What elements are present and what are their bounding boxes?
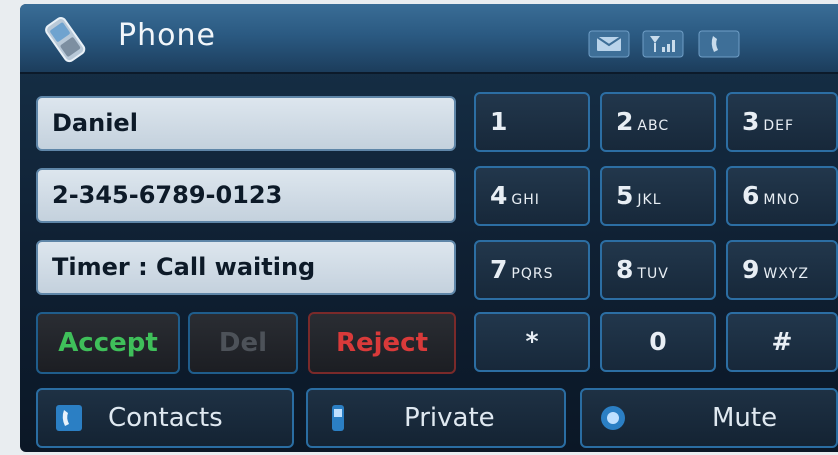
delete-button[interactable]: Del bbox=[188, 312, 298, 374]
key-hash[interactable]: # bbox=[726, 312, 838, 372]
private-label: Private bbox=[404, 403, 495, 433]
key-4[interactable]: 4 GHI bbox=[474, 166, 590, 226]
contacts-label: Contacts bbox=[108, 403, 223, 433]
mute-button[interactable]: Mute bbox=[580, 388, 838, 448]
signal-strength-icon bbox=[642, 30, 684, 58]
caller-name-field: Daniel bbox=[36, 96, 456, 151]
key-2[interactable]: 2 ABC bbox=[600, 92, 716, 152]
key-star[interactable]: * bbox=[474, 312, 590, 372]
reject-button[interactable]: Reject bbox=[308, 312, 456, 374]
phone-handset-icon bbox=[45, 17, 86, 63]
private-handset-icon bbox=[332, 405, 344, 431]
private-button[interactable]: Private bbox=[306, 388, 566, 448]
contacts-button[interactable]: Contacts bbox=[36, 388, 294, 448]
key-3[interactable]: 3 DEF bbox=[726, 92, 838, 152]
key-8[interactable]: 8 TUV bbox=[600, 240, 716, 300]
key-0[interactable]: 0 bbox=[600, 312, 716, 372]
accept-button[interactable]: Accept bbox=[36, 312, 180, 374]
phone-screen: Phone Daniel 2-345-6789-0123 Timer : Cal… bbox=[20, 4, 838, 452]
message-icon bbox=[588, 30, 630, 58]
call-status-field: Timer : Call waiting bbox=[36, 240, 456, 295]
call-icon bbox=[698, 30, 740, 58]
key-5[interactable]: 5 JKL bbox=[600, 166, 716, 226]
key-9[interactable]: 9 WXYZ bbox=[726, 240, 838, 300]
key-7[interactable]: 7 PQRS bbox=[474, 240, 590, 300]
mute-icon bbox=[601, 406, 625, 430]
key-1[interactable]: 1 bbox=[474, 92, 590, 152]
mute-label: Mute bbox=[712, 403, 778, 433]
contacts-icon bbox=[56, 405, 82, 431]
title-bar: Phone bbox=[20, 4, 838, 74]
key-6[interactable]: 6 MNO bbox=[726, 166, 838, 226]
phone-number-field: 2-345-6789-0123 bbox=[36, 168, 456, 223]
page-title: Phone bbox=[118, 18, 216, 53]
